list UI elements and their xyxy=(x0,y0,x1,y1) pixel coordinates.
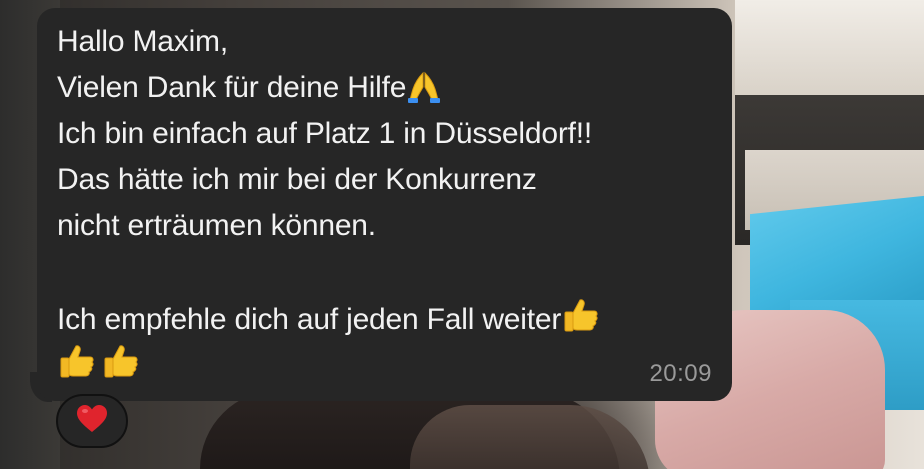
message-line: Hallo Maxim, xyxy=(57,19,712,65)
red-heart-emoji xyxy=(76,404,108,439)
message-line: nicht erträumen können. xyxy=(57,203,712,249)
message-text: nicht erträumen können. xyxy=(57,209,376,242)
reaction-chip[interactable] xyxy=(56,394,128,448)
thumbs-up-emoji xyxy=(101,341,138,378)
message-line: Ich empfehle dich auf jeden Fall weiter xyxy=(57,295,712,341)
message-text: Ich empfehle dich auf jeden Fall weiter xyxy=(57,303,562,336)
message-timestamp: 20:09 xyxy=(649,360,712,387)
thumbs-up-emoji xyxy=(561,295,598,332)
folded-hands-emoji xyxy=(406,67,442,103)
thumbs-up-emoji xyxy=(57,341,94,378)
message-line: Ich bin einfach auf Platz 1 in Düsseldor… xyxy=(57,111,712,157)
message-text: Vielen Dank für deine Hilfe xyxy=(57,71,407,104)
message-line: Vielen Dank für deine Hilfe xyxy=(57,65,712,111)
message-text: Ich bin einfach auf Platz 1 in Düsseldor… xyxy=(57,117,593,150)
message-bubble[interactable]: Hallo Maxim, Vielen Dank für deine Hilfe… xyxy=(37,8,732,401)
message-line xyxy=(57,341,712,387)
message-text: Hallo Maxim, xyxy=(57,25,228,58)
message-line: Das hätte ich mir bei der Konkurrenz xyxy=(57,157,712,203)
message-text: Das hätte ich mir bei der Konkurrenz xyxy=(57,163,537,196)
